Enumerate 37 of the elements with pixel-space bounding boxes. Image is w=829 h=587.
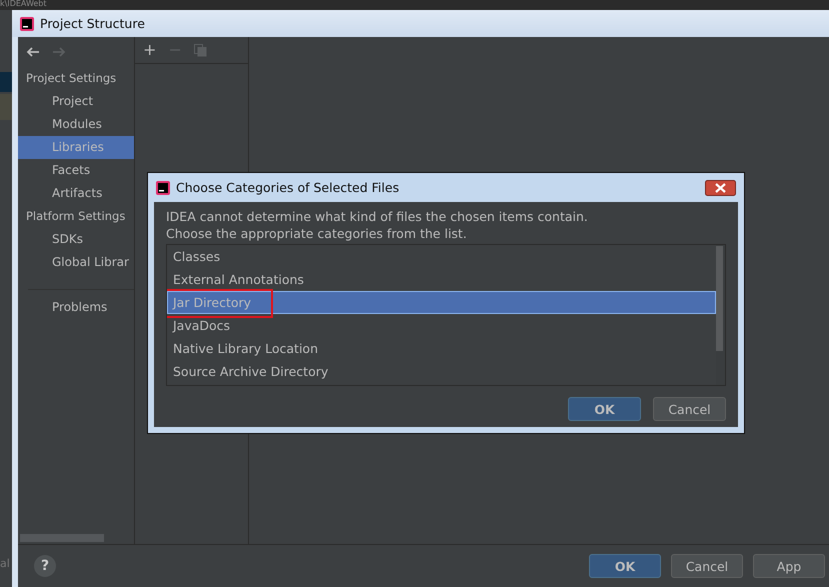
dialog-title: Choose Categories of Selected Files: [176, 180, 400, 195]
sidebar-item[interactable]: Global Librar: [18, 251, 134, 274]
help-button[interactable]: ?: [34, 555, 56, 577]
back-arrow-icon[interactable]: [26, 47, 40, 57]
dialog-button[interactable]: Cancel: [671, 554, 743, 578]
category-item[interactable]: Native Library Location: [167, 337, 716, 360]
category-item[interactable]: External Annotations: [167, 268, 716, 291]
copy-icon[interactable]: [194, 44, 207, 56]
dialog-button[interactable]: OK: [589, 554, 661, 578]
sidebar-item[interactable]: Problems: [18, 296, 134, 319]
sidebar-item[interactable]: SDKs: [18, 228, 134, 251]
dialog-button[interactable]: Cancel: [653, 397, 726, 421]
message-text: Choose the appropriate categories from the list.: [166, 225, 468, 242]
section-heading: Platform Settings: [25, 208, 126, 225]
editor-tab[interactable]: [0, 72, 12, 92]
category-item[interactable]: JavaDocs: [167, 314, 716, 337]
scrollbar[interactable]: [716, 246, 723, 351]
window-title: Project Structure: [40, 16, 145, 31]
section-heading: Project Settings: [25, 70, 116, 87]
app-icon: [156, 180, 170, 194]
editor-tab[interactable]: [0, 94, 12, 120]
sidebar-item[interactable]: Artifacts: [18, 182, 134, 205]
forward-arrow-icon[interactable]: [52, 47, 66, 57]
close-icon[interactable]: [705, 180, 736, 196]
message-text: IDEA cannot determine what kind of files the chosen items contain.: [166, 208, 589, 225]
category-item[interactable]: Source Archive Directory: [167, 360, 716, 383]
app-icon: [20, 16, 34, 30]
dialog-button[interactable]: OK: [568, 397, 641, 421]
sidebar-item[interactable]: Project: [18, 90, 134, 113]
scrollbar[interactable]: [20, 534, 104, 542]
dialog-button[interactable]: App: [753, 554, 825, 578]
path-text: k\IDEAWebt: [0, 0, 47, 9]
sidebar-item[interactable]: Facets: [18, 159, 134, 182]
category-item[interactable]: Classes: [167, 245, 716, 268]
add-button[interactable]: +: [143, 42, 156, 58]
sidebar-item[interactable]: Modules: [18, 113, 134, 136]
fragment-text: al: [0, 557, 10, 570]
